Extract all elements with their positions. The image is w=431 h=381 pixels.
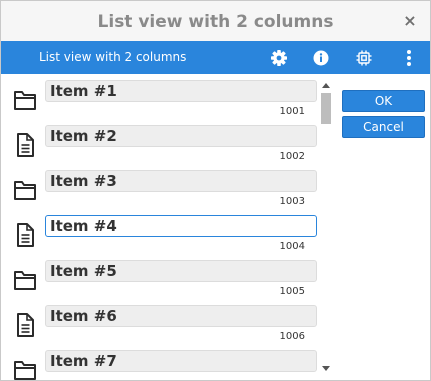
item-value: 1003 [279,196,305,207]
info-button[interactable] [309,46,333,70]
item-value: 1002 [279,151,305,162]
item-name-field[interactable]: Item #3 [45,170,317,192]
list-item[interactable]: Item #7 [1,344,319,380]
folder-icon [13,87,37,113]
list-item[interactable]: Item #4 1004 [1,209,319,254]
item-name-field[interactable]: Item #1 [45,80,317,102]
item-list[interactable]: Item #1 1001 Item #2 1002 Item #3 1003 Item #4… [1,74,319,380]
folder-icon [13,357,37,380]
toolbar-title: List view with 2 columns [39,50,187,64]
item-name-field[interactable]: Item #5 [45,260,317,282]
document-icon [13,222,37,248]
item-name-field[interactable]: Item #2 [45,125,317,147]
list-item[interactable]: Item #3 1003 [1,164,319,209]
item-name-field[interactable]: Item #7 [45,350,317,372]
settings-button[interactable] [267,46,291,70]
window-title: List view with 2 columns [97,12,334,32]
folder-icon [13,177,37,203]
document-icon [13,132,37,158]
more-vertical-icon [407,50,411,66]
document-icon [13,312,37,338]
folder-icon [13,267,37,293]
chip-icon [356,50,372,66]
toolbar: List view with 2 columns [1,41,430,74]
more-button[interactable] [397,46,421,70]
list-item[interactable]: Item #2 1002 [1,119,319,164]
item-value: 1004 [279,241,305,252]
item-name-field[interactable]: Item #4 [45,215,317,237]
ok-button[interactable]: OK [342,90,425,112]
item-value: 1005 [279,286,305,297]
dialog-window: List view with 2 columns × List view wit… [0,0,431,381]
list-item[interactable]: Item #5 1005 [1,254,319,299]
scroll-thumb[interactable] [321,93,331,124]
list-item[interactable]: Item #1 1001 [1,74,319,119]
content-area: Item #1 1001 Item #2 1002 Item #3 1003 Item #4… [1,74,430,380]
item-value: 1006 [279,331,305,342]
cancel-button[interactable]: Cancel [342,116,425,138]
gear-icon [271,50,287,66]
item-value: 1001 [279,106,305,117]
scroll-up-arrow[interactable] [322,83,330,88]
item-name-field[interactable]: Item #6 [45,305,317,327]
list-item[interactable]: Item #6 1006 [1,299,319,344]
hardware-button[interactable] [352,46,376,70]
title-bar: List view with 2 columns × [1,1,430,41]
scroll-down-arrow[interactable] [322,366,330,371]
close-button[interactable]: × [400,10,420,32]
vertical-scrollbar[interactable] [319,83,333,373]
info-icon [313,50,329,66]
